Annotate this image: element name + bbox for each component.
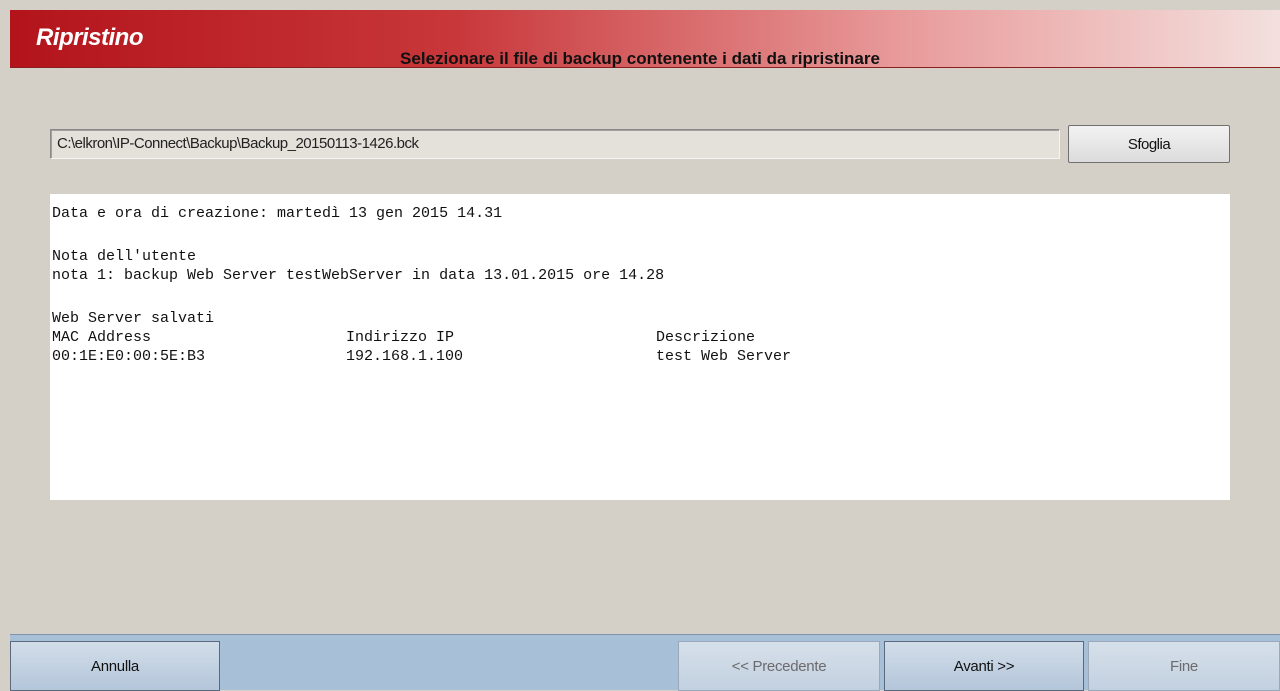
row-description: test Web Server (656, 348, 792, 365)
next-button[interactable]: Avanti >> (884, 641, 1084, 691)
finish-button[interactable]: Fine (1088, 641, 1280, 691)
backup-file-path-field: C:\elkron\IP-Connect\Backup\Backup_20150… (50, 129, 1060, 159)
previous-button[interactable]: << Precedente (678, 641, 880, 691)
window-title: Ripristino (36, 24, 144, 51)
wizard-footer: Annulla << Precedente Avanti >> Fine (10, 634, 1280, 691)
row-mac-address: 00:1E:E0:00:5E:B3 (52, 348, 206, 365)
column-description: Descrizione (656, 329, 756, 346)
instruction-text: Selezionare il file di backup contenente… (400, 49, 880, 68)
saved-servers-heading: Web Server salvati (52, 310, 215, 327)
backup-info-panel: Data e ora di creazione: martedì 13 gen … (50, 194, 1230, 500)
column-ip-address: Indirizzo IP (346, 329, 455, 346)
row-ip-address: 192.168.1.100 (346, 348, 464, 365)
cancel-button[interactable]: Annulla (10, 641, 220, 691)
servers-table-header: MAC Address Indirizzo IP Descrizione (52, 328, 1230, 347)
creation-date-line: Data e ora di creazione: martedì 13 gen … (52, 205, 503, 222)
user-note-heading: Nota dell'utente (52, 248, 197, 265)
user-note-text: nota 1: backup Web Server testWebServer … (52, 267, 665, 284)
table-row: 00:1E:E0:00:5E:B3 192.168.1.100 test Web S… (52, 347, 1230, 366)
browse-button[interactable]: Sfoglia (1068, 125, 1230, 163)
column-mac-address: MAC Address (52, 329, 152, 346)
